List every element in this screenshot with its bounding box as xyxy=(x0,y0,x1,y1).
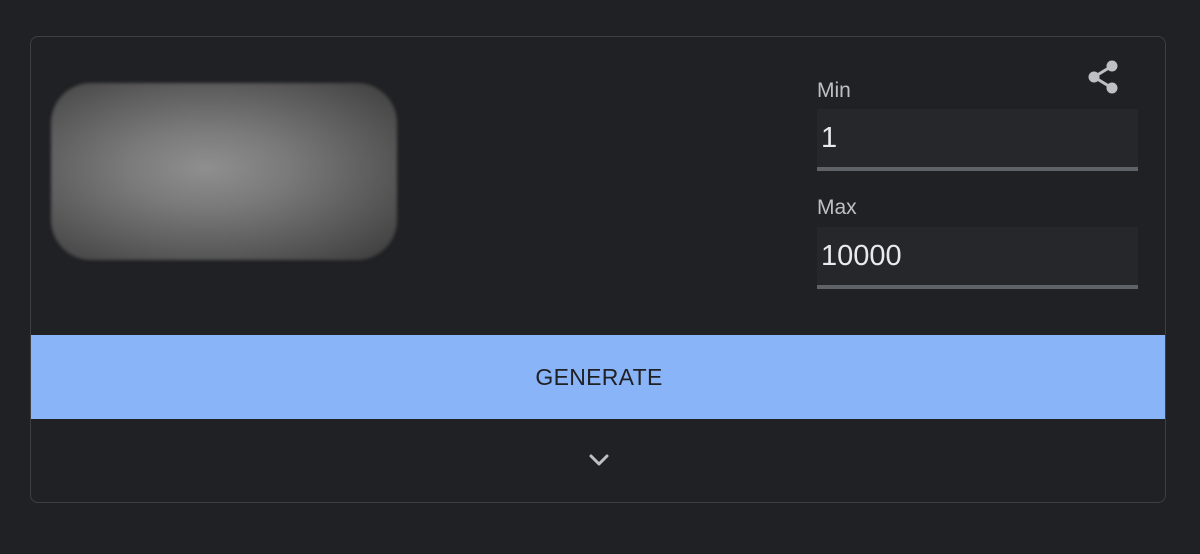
result-display xyxy=(51,83,397,260)
min-label: Min xyxy=(817,79,851,102)
max-field xyxy=(817,227,1138,289)
min-field xyxy=(817,109,1138,171)
max-input[interactable] xyxy=(817,227,1138,285)
expand-button[interactable] xyxy=(584,445,614,475)
generate-button[interactable]: GENERATE xyxy=(31,335,1165,419)
max-label: Max xyxy=(817,196,857,219)
chevron-down-icon xyxy=(589,454,609,466)
random-number-card: Min Max GENERATE xyxy=(30,36,1166,503)
min-input[interactable] xyxy=(817,109,1138,167)
share-button[interactable] xyxy=(1086,59,1120,95)
share-icon xyxy=(1088,60,1118,94)
